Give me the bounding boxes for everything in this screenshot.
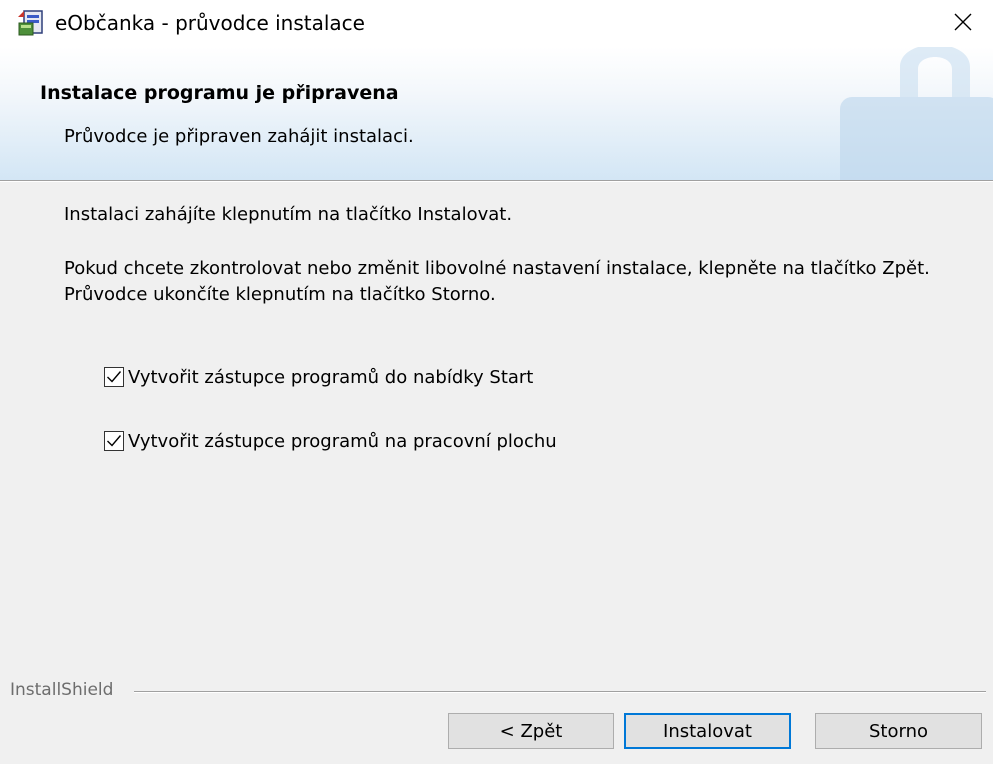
instruction-text: Instalaci zahájíte klepnutím na tlačítko…: [64, 204, 513, 225]
checkmark-icon: [107, 371, 122, 383]
desktop-shortcut-label: Vytvořit zástupce programů na pracovní p…: [128, 430, 557, 452]
back-button[interactable]: < Zpět: [448, 713, 614, 749]
close-icon: [954, 13, 972, 35]
start-menu-shortcut-label: Vytvořit zástupce programů do nabídky St…: [128, 366, 534, 388]
banner-title: Instalace programu je připravena: [40, 82, 399, 104]
installer-icon: [15, 7, 47, 39]
installer-window: eObčanka - průvodce instalace Instalace …: [0, 0, 993, 764]
desktop-shortcut-checkbox[interactable]: [104, 431, 124, 451]
title-bar: eObčanka - průvodce instalace: [0, 0, 993, 47]
banner-subtitle: Průvodce je připraven zahájit instalaci.: [64, 126, 414, 147]
install-button[interactable]: Instalovat: [624, 713, 791, 749]
checkmark-icon: [107, 435, 122, 447]
window-title: eObčanka - průvodce instalace: [55, 11, 365, 35]
banner-divider: [0, 180, 993, 182]
footer-divider: [134, 691, 986, 693]
close-button[interactable]: [933, 0, 993, 47]
description-text: Pokud chcete zkontrolovat nebo změnit li…: [64, 258, 930, 305]
installshield-label: InstallShield: [10, 680, 114, 700]
cancel-button[interactable]: Storno: [815, 713, 982, 749]
option-desktop-shortcut[interactable]: Vytvořit zástupce programů na pracovní p…: [104, 428, 557, 454]
header-banner: Instalace programu je připravena Průvodc…: [0, 47, 993, 180]
option-start-menu-shortcut[interactable]: Vytvořit zástupce programů do nabídky St…: [104, 364, 533, 390]
lock-watermark-icon: [840, 47, 993, 180]
start-menu-shortcut-checkbox[interactable]: [104, 367, 124, 387]
